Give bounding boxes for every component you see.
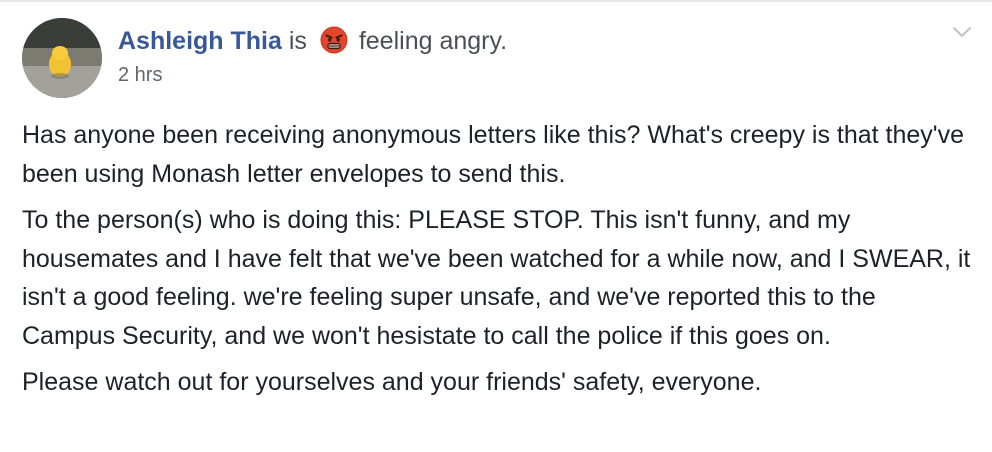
feeling-text: feeling angry.: [358, 27, 508, 55]
avatar[interactable]: [22, 18, 102, 98]
post-paragraph: Has anyone been receiving anonymous lett…: [22, 121, 964, 188]
post-timestamp[interactable]: 2 hrs: [118, 62, 938, 88]
angry-face-icon: [320, 26, 348, 54]
avatar-photo-icon: [22, 18, 102, 98]
connector-text: is: [288, 27, 307, 55]
post-options-button[interactable]: [950, 22, 974, 42]
facebook-post: Ashleigh Thia is feeling angry. 2 hrs Ha…: [0, 0, 992, 452]
post-paragraph: Please watch out for yourselves and your…: [22, 368, 762, 396]
author-line: Ashleigh Thia is feeling angry.: [118, 24, 938, 58]
author-name-link[interactable]: Ashleigh Thia: [118, 27, 282, 55]
post-header: Ashleigh Thia is feeling angry. 2 hrs: [118, 24, 938, 88]
post-body: Has anyone been receiving anonymous lett…: [22, 116, 972, 410]
post-paragraph: To the person(s) who is doing this: PLEA…: [22, 206, 971, 350]
chevron-down-icon: [953, 27, 971, 37]
